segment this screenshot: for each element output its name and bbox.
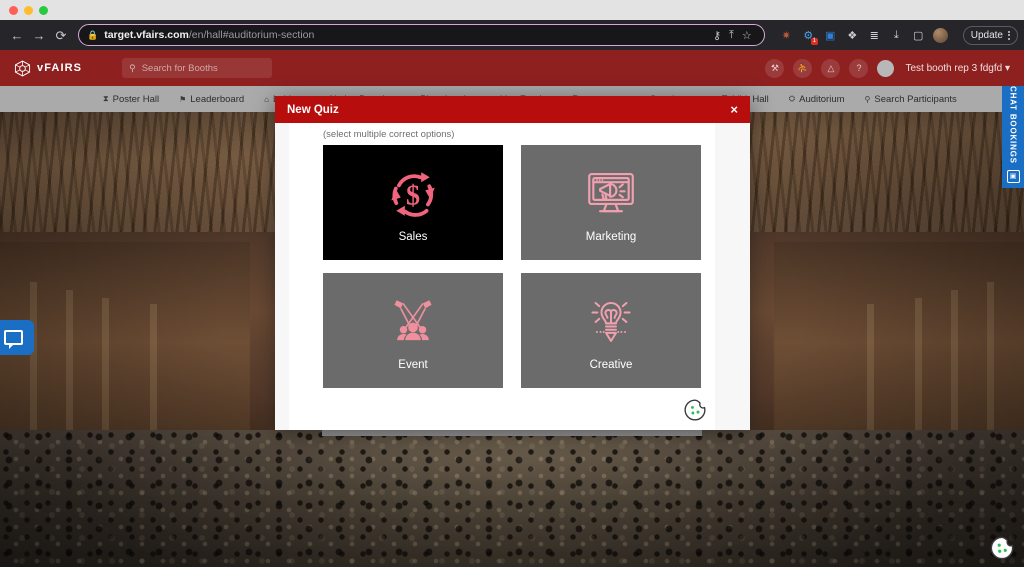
url-path: /en/hall#auditorium-section <box>188 29 315 41</box>
forward-icon[interactable]: → <box>28 24 50 46</box>
cookie-consent-button[interactable] <box>989 535 1015 561</box>
chat-widget-button[interactable] <box>0 320 34 355</box>
quiz-option-marketing[interactable]: Marketing <box>521 145 701 260</box>
extension-icon-video[interactable]: ▣ <box>823 28 838 43</box>
booth-search-placeholder: Search for Booths <box>141 62 218 74</box>
window-close-button[interactable] <box>9 5 18 15</box>
chevron-down-icon: ▾ <box>1004 62 1010 74</box>
modal-body: (select multiple correct options) $ Sale… <box>275 123 750 430</box>
extension-icon-download[interactable]: ⤓ <box>889 28 904 43</box>
url-domain: target.vfairs.com <box>104 29 189 41</box>
quiz-option-label: Marketing <box>585 230 637 243</box>
close-icon[interactable]: × <box>730 103 738 116</box>
browser-toolbar: ← → ⟳ 🔒 target.vfairs.com/en/hall#audito… <box>0 20 1024 50</box>
extension-icon-orange[interactable]: ✷ <box>779 28 794 43</box>
monitor-megaphone-icon <box>582 163 640 225</box>
address-bar-url: target.vfairs.com/en/hall#auditorium-sec… <box>104 29 314 41</box>
quiz-option-label: Creative <box>589 358 633 371</box>
search-participants-icon: ⚲ <box>864 94 871 104</box>
spotlight-crowd-icon <box>384 291 442 353</box>
screen-root: ← → ⟳ 🔒 target.vfairs.com/en/hall#audito… <box>0 0 1024 567</box>
modal-bottom-strip <box>322 430 702 436</box>
update-button-label: Update <box>970 29 1003 41</box>
nav-label: Poster Hall <box>112 93 160 105</box>
modal-cookie-button[interactable] <box>683 398 709 424</box>
vfairs-logo-text: vFAIRS <box>37 62 83 74</box>
chat-bookings-tab[interactable]: CHAT BOOKINGS <box>1002 86 1024 164</box>
lightbulb-pencil-icon <box>582 291 640 353</box>
extensions-area: ✷ ⚙ 1 ▣ ❖ ≣ ⤓ ▢ Update <box>771 25 1018 45</box>
booking-calendar-button[interactable]: ▣ <box>1002 164 1024 188</box>
new-quiz-modal: New Quiz × (select multiple correct opti… <box>275 96 750 430</box>
header-actions: ⚒ ⛹ △ ? Test booth rep 3 fdgfd ▾ <box>765 58 1010 78</box>
extension-icon-blue-badge[interactable]: ⚙ 1 <box>801 28 818 45</box>
modal-header: New Quiz × <box>275 96 750 123</box>
modal-right-gutter <box>715 123 750 430</box>
share-icon[interactable]: ⤒ <box>729 29 734 42</box>
leaderboard-icon: ⚑ <box>179 94 187 104</box>
site-header: vFAIRS ⚲ Search for Booths ⚒ ⛹ △ ? Test … <box>0 50 1024 86</box>
auditorium-icon: ⛭ <box>788 94 796 103</box>
nav-item-auditorium[interactable]: ⛭ Auditorium <box>789 94 845 105</box>
lock-icon: 🔒 <box>87 29 99 40</box>
password-key-icon[interactable]: ⚷ <box>713 29 721 42</box>
modal-left-gutter <box>275 123 289 430</box>
dollar-recycle-icon: $ <box>384 163 442 225</box>
user-menu[interactable]: Test booth rep 3 fdgfd ▾ <box>905 63 1010 74</box>
vfairs-logo[interactable]: vFAIRS <box>14 60 82 77</box>
select-hint-label: (select multiple correct options) <box>323 129 455 140</box>
poster-hall-icon: ⧗ <box>103 94 109 103</box>
accessibility-icon[interactable]: ⛹ <box>793 58 813 78</box>
nav-label: Leaderboard <box>190 93 245 105</box>
modal-title: New Quiz <box>287 103 339 116</box>
back-icon[interactable]: ← <box>6 24 28 46</box>
calendar-icon: ▣ <box>1006 169 1020 183</box>
notifications-bell-icon[interactable]: △ <box>821 58 841 78</box>
svg-text:$: $ <box>406 180 420 211</box>
reload-icon[interactable]: ⟳ <box>50 24 72 46</box>
cookie-icon <box>990 536 1014 560</box>
window-minimize-button[interactable] <box>24 5 33 15</box>
extension-icon-puzzle[interactable]: ❖ <box>845 28 860 43</box>
extension-icon-list[interactable]: ≣ <box>867 28 882 43</box>
search-icon: ⚲ <box>129 62 136 73</box>
help-icon[interactable]: ? <box>849 58 869 78</box>
lobby-icon: ⌂ <box>264 94 269 104</box>
quiz-option-creative[interactable]: Creative <box>521 273 701 388</box>
quiz-option-label: Event <box>398 358 428 371</box>
cookie-icon <box>684 399 706 421</box>
modal-content: (select multiple correct options) $ Sale… <box>289 123 715 430</box>
quiz-option-sales[interactable]: $ Sales <box>323 145 503 260</box>
briefcase-icon[interactable]: ⚒ <box>765 58 785 78</box>
quiz-option-label: Sales <box>398 230 428 243</box>
nav-label: Auditorium <box>799 93 845 105</box>
window-maximize-button[interactable] <box>39 5 48 15</box>
nav-item-poster-hall[interactable]: ⧗ Poster Hall <box>103 94 159 105</box>
chat-bookings-label: CHAT BOOKINGS <box>1008 86 1018 164</box>
user-name-label: Test booth rep 3 fdgfd <box>905 62 1003 74</box>
booth-search-input[interactable]: ⚲ Search for Booths <box>122 58 273 78</box>
profile-avatar-icon[interactable] <box>932 27 948 43</box>
nav-item-leaderboard[interactable]: ⚑ Leaderboard <box>179 94 244 105</box>
extension-icon-sidepanel[interactable]: ▢ <box>911 28 926 43</box>
extension-badge-count: 1 <box>810 37 818 45</box>
nav-item-search-participants[interactable]: ⚲ Search Participants <box>865 94 957 105</box>
bookmark-star-icon[interactable]: ☆ <box>742 29 752 42</box>
vfairs-logo-icon <box>14 60 31 76</box>
avatar[interactable] <box>877 59 895 77</box>
browser-titlebar <box>0 0 1024 20</box>
nav-label: Search Participants <box>874 93 957 105</box>
address-bar[interactable]: 🔒 target.vfairs.com/en/hall#auditorium-s… <box>78 24 765 46</box>
quiz-options-grid: $ Sales Marketing Event Creative <box>289 145 715 388</box>
browser-menu-icon[interactable] <box>1008 30 1010 40</box>
update-button[interactable]: Update <box>962 25 1018 45</box>
chat-bubble-icon <box>3 330 23 349</box>
quiz-option-event[interactable]: Event <box>323 273 503 388</box>
